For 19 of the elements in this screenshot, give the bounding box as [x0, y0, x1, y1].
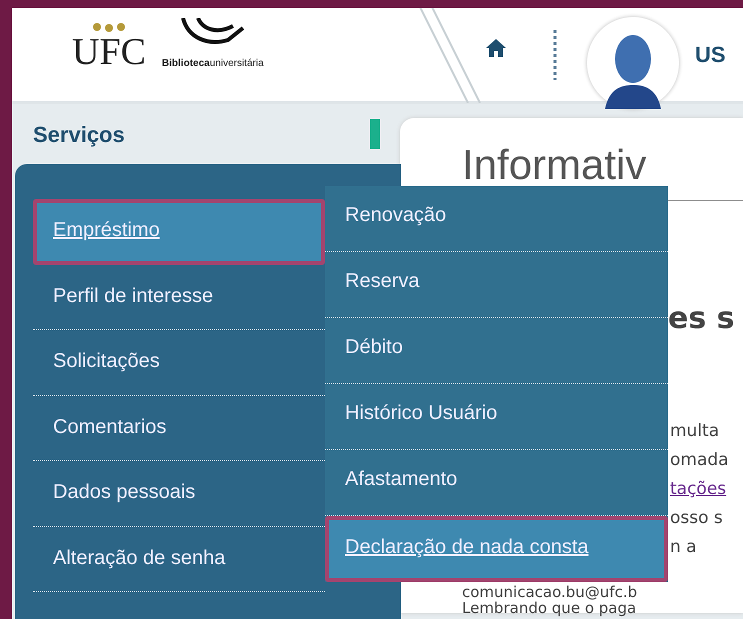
paragraph-text: comunicacao.bu@ufc.b — [462, 583, 638, 602]
paragraph-text: multa — [670, 421, 720, 442]
user-silhouette-icon — [603, 32, 663, 108]
sidebar-title: Serviços — [33, 120, 125, 149]
section-heading: es s — [668, 301, 736, 338]
text-link[interactable]: tações — [670, 479, 726, 500]
menu-item[interactable]: Declaração de nada consta — [325, 516, 668, 582]
menu-item[interactable]: Empréstimo — [33, 199, 325, 264]
paragraph-text: n a — [670, 537, 697, 558]
dotted-separator — [553, 30, 557, 80]
paragraph-text: omada — [670, 450, 729, 470]
logo-text: UFC — [72, 33, 146, 71]
avatar[interactable] — [587, 16, 679, 108]
library-brand: Bibliotecauniversitária — [162, 57, 264, 71]
home-icon[interactable] — [485, 38, 507, 58]
collapse-handle[interactable] — [370, 119, 380, 149]
paragraph-text: osso s — [670, 508, 723, 528]
user-name: US — [695, 41, 726, 69]
paragraph-text: Lembrando que o paga — [462, 599, 636, 618]
